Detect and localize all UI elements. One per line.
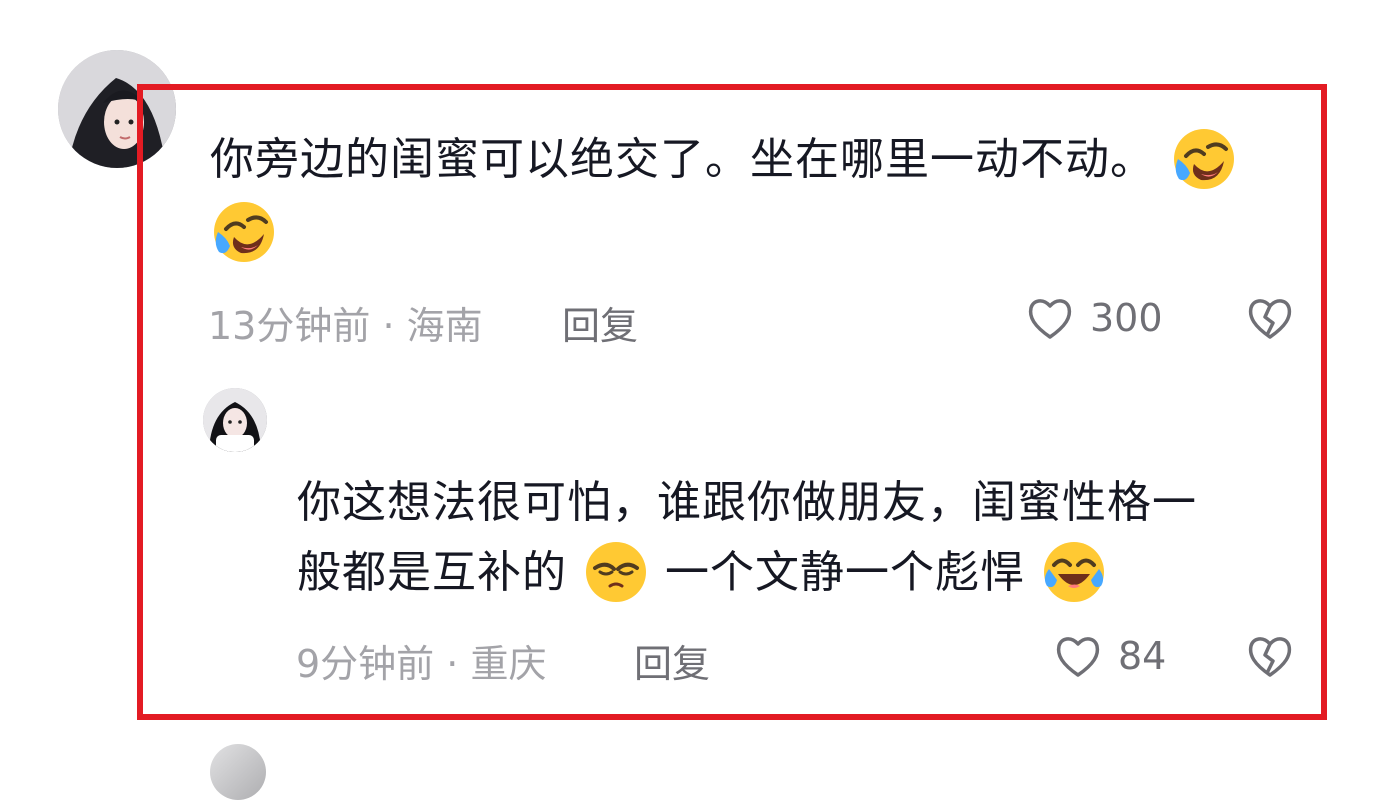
- heart-outline-icon: [1028, 299, 1072, 339]
- reply-text-line1: 你这想法很可怕，谁跟你做朋友，闺蜜性格一: [297, 477, 1197, 528]
- comment-time: 13分钟前: [208, 304, 371, 348]
- commenter-avatar[interactable]: [58, 50, 176, 168]
- user-photo: [203, 388, 267, 452]
- heart-outline-icon: [1056, 637, 1100, 677]
- reply-time: 9分钟前: [296, 642, 435, 686]
- comment-location: 海南: [406, 304, 483, 348]
- laugh-cry-emoji: [210, 198, 278, 266]
- comment-text: 你旁边的闺蜜可以绝交了。坐在哪里一动不动。: [210, 127, 1238, 196]
- comment-panel: 你旁边的闺蜜可以绝交了。坐在哪里一动不动。 13分钟前 · 海南 回复 300 …: [0, 0, 1394, 800]
- laugh-tears-emoji: [1040, 538, 1108, 606]
- reply-text-part1: 般都是互补的: [297, 547, 567, 598]
- reply-button[interactable]: 回复: [562, 295, 638, 350]
- reply-button[interactable]: 回复: [634, 633, 710, 688]
- comment-text-line1: 你旁边的闺蜜可以绝交了。坐在哪里一动不动。: [210, 134, 1155, 185]
- reply-location: 重庆: [470, 642, 547, 686]
- dislike-button[interactable]: [1244, 630, 1296, 682]
- dislike-button[interactable]: [1244, 292, 1296, 344]
- comment-meta: 13分钟前 · 海南: [208, 295, 483, 350]
- broken-heart-icon: [1248, 299, 1292, 339]
- meta-separator: ·: [446, 642, 459, 686]
- like-count: 300: [1090, 296, 1163, 340]
- meta-separator: ·: [382, 304, 395, 348]
- user-photo: [58, 50, 176, 168]
- reply-meta: 9分钟前 · 重庆: [296, 633, 546, 688]
- reply-text-line2: 般都是互补的 一个文静一个彪悍: [297, 540, 1108, 609]
- reply-text-part2: 一个文静一个彪悍: [665, 547, 1025, 598]
- like-button[interactable]: 84: [1052, 630, 1166, 682]
- broken-heart-icon: [1248, 637, 1292, 677]
- laugh-cry-emoji: [1170, 125, 1238, 193]
- comment-emoji-line: [210, 200, 278, 269]
- next-comment-avatar[interactable]: [210, 744, 266, 800]
- smug-emoji: [582, 538, 650, 606]
- reply-avatar[interactable]: [203, 388, 267, 452]
- like-button[interactable]: 300: [1024, 292, 1163, 344]
- like-count: 84: [1118, 634, 1167, 678]
